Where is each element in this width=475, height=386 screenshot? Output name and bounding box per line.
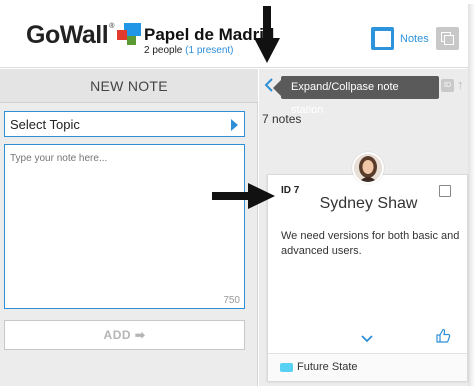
- annotation-arrow-right-icon: [212, 183, 275, 209]
- chevron-down-icon[interactable]: [361, 335, 373, 343]
- add-note-button[interactable]: ADD ➡: [4, 320, 245, 350]
- caret-right-icon: [231, 119, 238, 131]
- gowall-logo[interactable]: GoWall ®: [26, 21, 142, 50]
- grid-icon: [371, 27, 394, 50]
- logo-squares-icon: [117, 23, 142, 45]
- note-footer: Future State: [268, 353, 467, 381]
- participants-count: 2 people: [144, 45, 183, 56]
- new-note-panel: NEW NOTE Select Topic 750 ADD ➡: [0, 69, 258, 386]
- stack-view-button[interactable]: [436, 27, 459, 50]
- author-avatar: [352, 152, 384, 184]
- id-toggle-icon[interactable]: ID: [441, 79, 454, 92]
- header: GoWall ® Papel de Madrid 2 people (1 pre…: [0, 0, 468, 68]
- char-counter: 750: [223, 295, 240, 306]
- participants-info: 2 people (1 present): [144, 45, 234, 56]
- logo-registered-mark: ®: [109, 23, 115, 30]
- notes-view-label: Notes: [400, 32, 429, 45]
- select-topic-label: Select Topic: [10, 116, 80, 132]
- annotation-arrow-down-icon: [254, 6, 280, 63]
- note-card[interactable]: ID 7 Sydney Shaw We need versions for bo…: [267, 152, 468, 381]
- note-author: Sydney Shaw: [319, 195, 418, 212]
- new-note-title: NEW NOTE: [0, 69, 258, 103]
- notes-count: 7 notes: [262, 112, 302, 126]
- sort-arrow-icon[interactable]: ↑: [457, 77, 464, 92]
- window-shadow: [468, 4, 475, 386]
- note-station-panel: Expand/Collpase note station ID ↑ 7 note…: [259, 69, 468, 386]
- notes-view-button[interactable]: Notes: [371, 27, 429, 50]
- note-body: We need versions for both basic and adva…: [281, 230, 460, 257]
- tag-color-swatch: [280, 363, 293, 372]
- participants-present-link[interactable]: (1 present): [185, 45, 233, 56]
- note-tag: Future State: [297, 361, 358, 373]
- thumbs-up-icon[interactable]: [435, 328, 451, 344]
- logo-text: GoWall: [26, 21, 109, 49]
- expand-collapse-tooltip: Expand/Collpase note station: [273, 76, 439, 116]
- note-text-input[interactable]: [4, 144, 245, 309]
- select-topic-dropdown[interactable]: Select Topic: [4, 111, 245, 137]
